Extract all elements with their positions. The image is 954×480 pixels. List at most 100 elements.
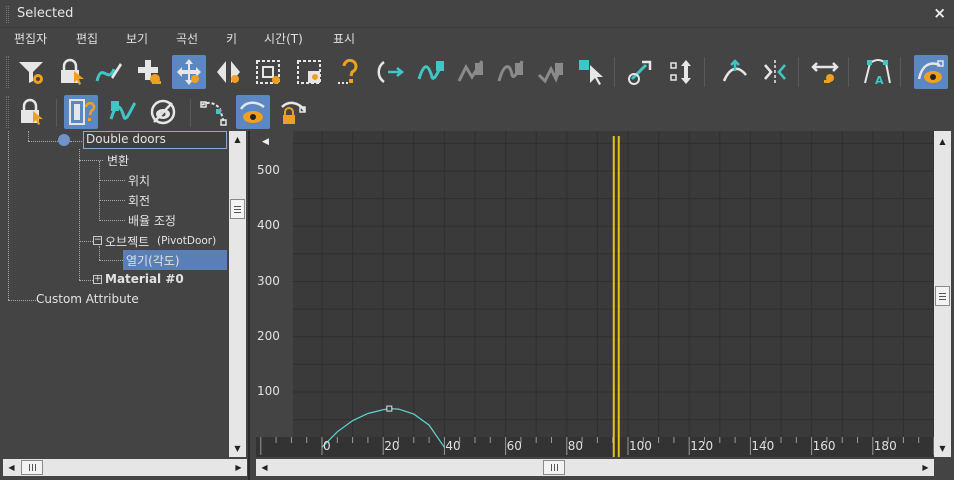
- scroll-up-arrow[interactable]: ▲: [229, 131, 246, 148]
- toolbar-separator: [900, 57, 901, 87]
- collapse-arrow-icon[interactable]: ◀: [262, 137, 269, 147]
- title-bar[interactable]: Selected ×: [0, 0, 954, 28]
- menu-display[interactable]: 표시: [333, 30, 355, 47]
- scroll-left-arrow[interactable]: ◀: [3, 459, 20, 476]
- tree-item-material[interactable]: Material #0: [105, 272, 184, 286]
- tree-connector: [79, 280, 93, 281]
- scroll-down-arrow[interactable]: ▼: [934, 440, 951, 457]
- close-button[interactable]: ×: [933, 4, 946, 22]
- x-tick-label: 100: [629, 439, 652, 453]
- normalize-icon[interactable]: [808, 55, 842, 89]
- tree-connector: [99, 161, 100, 221]
- insert-key-icon[interactable]: [334, 55, 368, 89]
- move-keys-icon[interactable]: [172, 55, 206, 89]
- scale-keys-icon[interactable]: [252, 55, 286, 89]
- graph-vertical-scrollbar[interactable]: ▲ ▼: [934, 131, 951, 457]
- show-all-tangents-icon[interactable]: [146, 95, 180, 129]
- draw-curves-icon[interactable]: [92, 55, 126, 89]
- slide-keys-icon[interactable]: [212, 55, 246, 89]
- tree-connector: [28, 141, 58, 142]
- curve-plot[interactable]: [256, 131, 934, 457]
- lock-tangents-icon[interactable]: [14, 95, 48, 129]
- scroll-thumb[interactable]: [230, 199, 245, 219]
- tree-item-scale[interactable]: 배율 조정: [128, 212, 176, 229]
- y-tick-label: 200: [257, 328, 280, 343]
- svg-text:A: A: [875, 74, 884, 87]
- scroll-thumb[interactable]: [21, 460, 43, 475]
- graph-horizontal-scrollbar[interactable]: ◀ ▶: [256, 459, 934, 476]
- x-tick-label: 60: [506, 439, 522, 453]
- tree-item-double-doors[interactable]: Double doors: [86, 132, 166, 146]
- break-tangents-icon[interactable]: [718, 55, 752, 89]
- menu-editor[interactable]: 편집자: [14, 30, 47, 47]
- scale-values-icon[interactable]: [292, 55, 326, 89]
- x-tick-label: 120: [690, 439, 714, 453]
- show-non-selected-curves-icon[interactable]: [236, 95, 270, 129]
- tree-connector: [99, 246, 100, 260]
- scroll-right-arrow[interactable]: ▶: [917, 459, 934, 476]
- menu-time[interactable]: 시간(T): [264, 30, 303, 47]
- add-keys-icon[interactable]: [132, 55, 166, 89]
- tree-connector: [8, 131, 9, 300]
- scroll-thumb[interactable]: [935, 286, 950, 306]
- scroll-left-arrow[interactable]: ◀: [256, 459, 273, 476]
- scroll-right-arrow[interactable]: ▶: [230, 459, 247, 476]
- tree-item-object[interactable]: 오브젝트: [105, 233, 149, 250]
- move-key-horizontal-icon[interactable]: [624, 55, 658, 89]
- tree-item-position[interactable]: 위치: [128, 172, 150, 189]
- tangent-auto-icon[interactable]: [414, 55, 448, 89]
- tree-vertical-scrollbar[interactable]: ▲ ▼: [229, 131, 246, 457]
- tree-connector: [99, 180, 125, 181]
- toolbar-separator: [798, 57, 799, 87]
- scroll-thumb[interactable]: [543, 460, 565, 475]
- toolbar-grip[interactable]: [6, 96, 9, 128]
- tangent-linear-icon[interactable]: [534, 55, 568, 89]
- tree-connector: [99, 220, 125, 221]
- menu-edit[interactable]: 편집: [76, 30, 98, 47]
- curve-graph[interactable]: ◀ 500 400 300 200 100 0 20 40 60 80 100 120 140 160 1…: [256, 131, 934, 457]
- x-tick-label: 140: [751, 439, 775, 453]
- tree-item-object-type: (PivotDoor): [157, 235, 217, 247]
- tangent-step-icon[interactable]: [574, 55, 608, 89]
- filter-icon[interactable]: [14, 55, 48, 89]
- tree-connector: [79, 241, 93, 242]
- y-tick-label: 300: [257, 273, 280, 288]
- tree-item-open-angle[interactable]: 열기(각도): [126, 252, 180, 269]
- tree-item-custom-attribute[interactable]: Custom Attribute: [36, 292, 139, 306]
- show-curves-icon[interactable]: [914, 55, 948, 89]
- parameter-out-of-range-icon[interactable]: [374, 55, 408, 89]
- toolbar-separator: [704, 57, 705, 87]
- drag-grip[interactable]: [6, 6, 9, 23]
- tangent-spline-icon[interactable]: [454, 55, 488, 89]
- tree-horizontal-scrollbar[interactable]: ◀ ▶: [3, 459, 247, 476]
- tree-connector: [8, 300, 36, 301]
- graph-left-gutter: [256, 131, 293, 457]
- menu-curves[interactable]: 곡선: [176, 30, 198, 47]
- scroll-down-arrow[interactable]: ▼: [229, 440, 246, 457]
- window-title: Selected: [17, 6, 74, 21]
- scroll-up-arrow[interactable]: ▲: [934, 133, 951, 150]
- tangent-fast-icon[interactable]: [494, 55, 528, 89]
- move-key-vertical-icon[interactable]: [664, 55, 698, 89]
- menu-keys[interactable]: 키: [226, 30, 237, 47]
- tree-connector: [99, 260, 123, 261]
- isolate-curve-icon[interactable]: [64, 95, 98, 129]
- menu-view[interactable]: 보기: [126, 30, 148, 47]
- tree-item-transform[interactable]: 변환: [107, 152, 129, 169]
- lock-selection-icon[interactable]: [54, 55, 88, 89]
- toolbar-separator: [190, 99, 191, 127]
- y-tick-label: 400: [257, 218, 280, 233]
- toolbar-grip[interactable]: [6, 56, 9, 88]
- x-tick-label: 40: [445, 439, 461, 453]
- unify-tangents-icon[interactable]: [758, 55, 792, 89]
- lock-curve-icon[interactable]: [276, 95, 310, 129]
- show-keyable-icon[interactable]: [106, 95, 140, 129]
- x-tick-label: 160: [812, 439, 836, 453]
- tree-item-rotation[interactable]: 회전: [128, 192, 150, 209]
- toolbar-separator: [848, 57, 849, 87]
- show-tangents-icon[interactable]: A: [860, 55, 894, 89]
- collapse-icon[interactable]: −: [93, 236, 102, 245]
- show-biped-positions-icon[interactable]: [196, 95, 230, 129]
- expand-icon[interactable]: +: [93, 275, 102, 284]
- controller-tree[interactable]: Double doors 변환 위치 회전 배율 조정 − 오브젝트 (Pivo…: [3, 131, 229, 457]
